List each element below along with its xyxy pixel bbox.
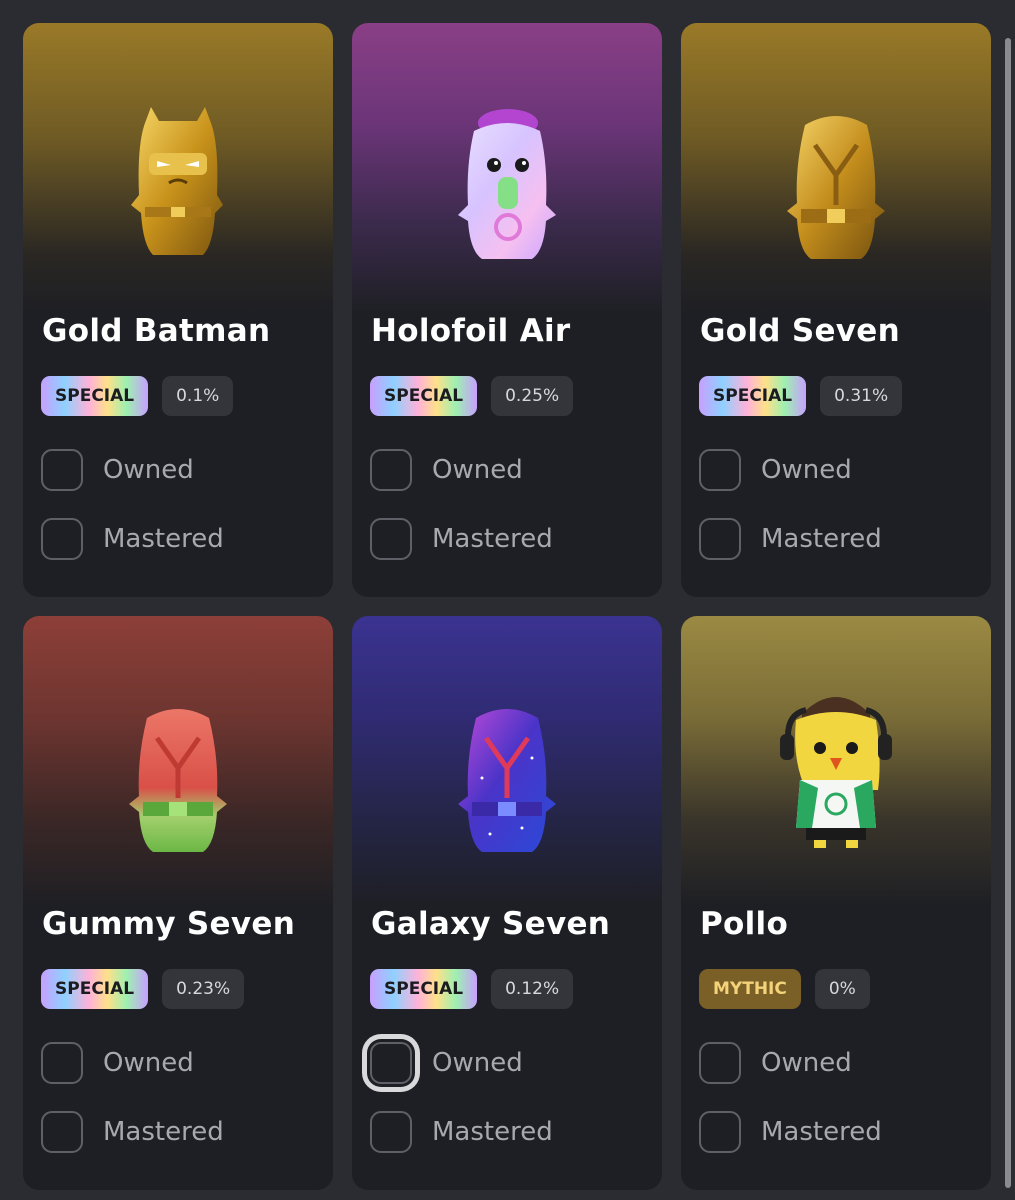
card-title: Gold Batman xyxy=(42,313,271,349)
mastered-option[interactable]: Mastered xyxy=(41,1109,224,1155)
rarity-badge: SPECIAL xyxy=(41,376,149,416)
rarity-badge: SPECIAL xyxy=(370,969,478,1009)
owned-checkbox[interactable] xyxy=(370,1042,412,1084)
mastered-label: Mastered xyxy=(761,1117,882,1147)
owned-option[interactable]: Owned xyxy=(41,1040,194,1086)
gummy-seven-figure xyxy=(129,709,227,852)
rarity-badge: SPECIAL xyxy=(699,376,807,416)
card-title: Galaxy Seven xyxy=(371,906,611,942)
owned-checkbox[interactable] xyxy=(41,449,83,491)
percent-badge: 0.1% xyxy=(162,376,234,416)
collectible-card[interactable]: Pollo MYTHIC 0% Owned Mastered xyxy=(681,616,991,1190)
card-artwork xyxy=(681,23,991,313)
pollo-figure xyxy=(780,697,892,848)
collectible-card[interactable]: Galaxy Seven SPECIAL 0.12% Owned Mastere… xyxy=(352,616,662,1190)
owned-label: Owned xyxy=(432,1048,523,1078)
card-badges: MYTHIC 0% xyxy=(699,969,870,1009)
collectible-card[interactable]: Holofoil Air SPECIAL 0.25% Owned Mastere… xyxy=(352,23,662,597)
owned-checkbox[interactable] xyxy=(699,449,741,491)
collectible-card[interactable]: Gold Batman SPECIAL 0.1% Owned Mastered xyxy=(23,23,333,597)
owned-label: Owned xyxy=(103,455,194,485)
mastered-checkbox[interactable] xyxy=(41,1111,83,1153)
mastered-label: Mastered xyxy=(432,524,553,554)
mastered-option[interactable]: Mastered xyxy=(370,516,553,562)
owned-label: Owned xyxy=(761,455,852,485)
mastered-option[interactable]: Mastered xyxy=(699,516,882,562)
collectible-card[interactable]: Gummy Seven SPECIAL 0.23% Owned Mastered xyxy=(23,616,333,1190)
scrollbar-thumb[interactable] xyxy=(1005,38,1011,1188)
mastered-option[interactable]: Mastered xyxy=(41,516,224,562)
owned-label: Owned xyxy=(761,1048,852,1078)
card-badges: SPECIAL 0.25% xyxy=(370,376,574,416)
owned-checkbox[interactable] xyxy=(370,449,412,491)
percent-badge: 0.25% xyxy=(491,376,574,416)
mastered-option[interactable]: Mastered xyxy=(370,1109,553,1155)
percent-badge: 0% xyxy=(814,969,870,1009)
owned-checkbox[interactable] xyxy=(699,1042,741,1084)
mastered-checkbox[interactable] xyxy=(370,1111,412,1153)
mastered-label: Mastered xyxy=(432,1117,553,1147)
card-artwork xyxy=(681,616,991,906)
owned-option[interactable]: Owned xyxy=(699,1040,852,1086)
gold-batman-figure xyxy=(131,107,223,255)
rarity-badge: SPECIAL xyxy=(370,376,478,416)
card-title: Gummy Seven xyxy=(42,906,296,942)
percent-badge: 0.12% xyxy=(491,969,574,1009)
holofoil-air-figure xyxy=(458,109,556,259)
card-badges: SPECIAL 0.12% xyxy=(370,969,574,1009)
card-artwork xyxy=(23,616,333,906)
mastered-checkbox[interactable] xyxy=(41,518,83,560)
card-badges: SPECIAL 0.31% xyxy=(699,376,903,416)
mastered-label: Mastered xyxy=(103,524,224,554)
galaxy-seven-figure xyxy=(458,709,556,852)
mastered-checkbox[interactable] xyxy=(699,518,741,560)
card-title: Pollo xyxy=(700,906,789,942)
owned-option[interactable]: Owned xyxy=(370,1040,523,1086)
owned-option[interactable]: Owned xyxy=(41,447,194,493)
owned-option[interactable]: Owned xyxy=(699,447,852,493)
rarity-badge: SPECIAL xyxy=(41,969,149,1009)
mastered-label: Mastered xyxy=(761,524,882,554)
scrollbar[interactable] xyxy=(1001,0,1015,1200)
card-badges: SPECIAL 0.1% xyxy=(41,376,234,416)
card-badges: SPECIAL 0.23% xyxy=(41,969,245,1009)
percent-badge: 0.23% xyxy=(162,969,245,1009)
owned-checkbox[interactable] xyxy=(41,1042,83,1084)
card-artwork xyxy=(23,23,333,313)
percent-badge: 0.31% xyxy=(820,376,903,416)
mastered-option[interactable]: Mastered xyxy=(699,1109,882,1155)
owned-option[interactable]: Owned xyxy=(370,447,523,493)
gold-seven-figure xyxy=(787,116,885,259)
rarity-badge: MYTHIC xyxy=(699,969,801,1009)
owned-label: Owned xyxy=(103,1048,194,1078)
mastered-checkbox[interactable] xyxy=(699,1111,741,1153)
card-artwork xyxy=(352,23,662,313)
collection-page: Gold Batman SPECIAL 0.1% Owned Mastered xyxy=(0,0,1015,1200)
mastered-checkbox[interactable] xyxy=(370,518,412,560)
owned-label: Owned xyxy=(432,455,523,485)
collectible-card[interactable]: Gold Seven SPECIAL 0.31% Owned Mastered xyxy=(681,23,991,597)
mastered-label: Mastered xyxy=(103,1117,224,1147)
card-title: Holofoil Air xyxy=(371,313,571,349)
card-artwork xyxy=(352,616,662,906)
card-title: Gold Seven xyxy=(700,313,901,349)
